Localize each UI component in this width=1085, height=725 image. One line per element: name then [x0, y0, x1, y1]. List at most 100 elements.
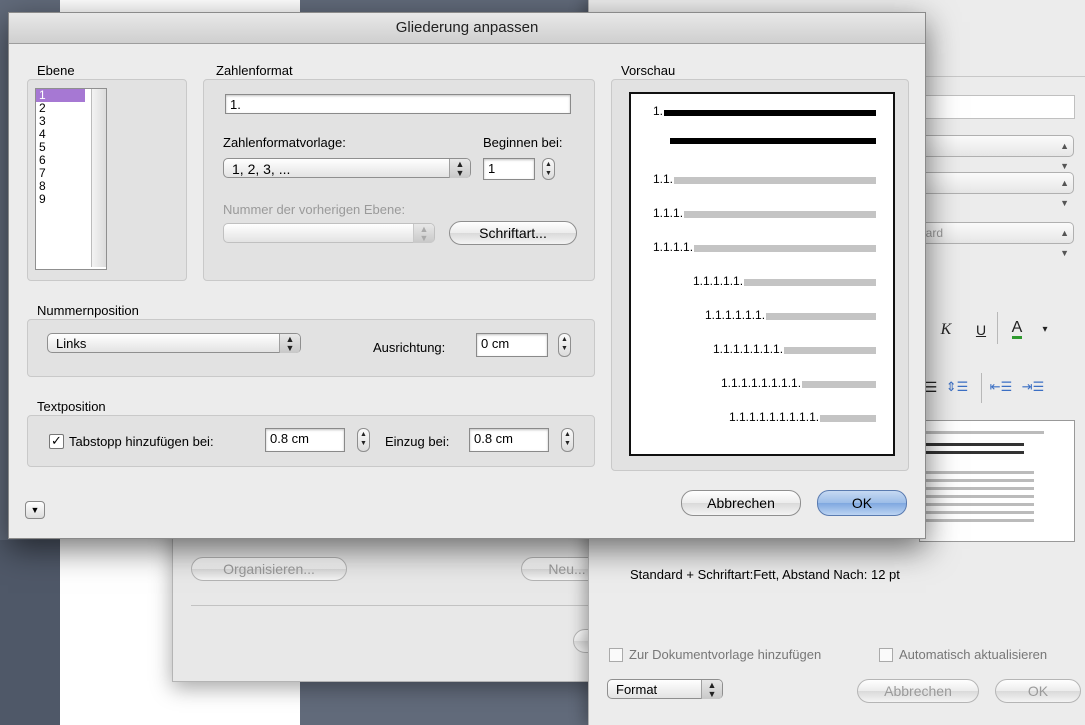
- preview-line: [670, 138, 876, 144]
- level-item[interactable]: 9: [36, 193, 85, 206]
- preview-number: 1.1.: [653, 172, 674, 186]
- font-color-button[interactable]: A: [1005, 316, 1029, 340]
- preview-row: 1.1.1.1.1.: [693, 274, 877, 288]
- preview-line: [820, 415, 877, 422]
- preview-line: [924, 519, 1034, 522]
- number-position-popup[interactable]: Links ▲ ▼: [47, 333, 301, 353]
- divider: [191, 605, 603, 606]
- font-color-label: A: [1011, 319, 1023, 339]
- tabstop-checkbox[interactable]: ✓: [49, 434, 64, 449]
- increase-indent-icon[interactable]: ⇥☰: [1021, 375, 1045, 399]
- start-at-label: Beginnen bei:: [483, 135, 563, 150]
- preview-number: 1.1.1.1.1.1.: [705, 308, 766, 322]
- preview-line: [766, 313, 877, 320]
- popup-arrows-icon: ▲ ▼: [413, 224, 434, 243]
- preview-number: 1.1.1.1.1.1.1.1.1.: [729, 410, 820, 424]
- next-style-popup[interactable]: dard ▲ ▼: [919, 222, 1074, 258]
- preview-line: [924, 443, 1024, 446]
- style-based-on-popup[interactable]: ▲ ▼: [919, 172, 1074, 208]
- cancel-button[interactable]: Abbrechen: [681, 490, 801, 516]
- format-popup[interactable]: Format ▲ ▼: [607, 679, 723, 699]
- alignment-stepper[interactable]: ▲ ▼: [558, 333, 571, 357]
- ok-button[interactable]: OK: [817, 490, 907, 516]
- popup-arrows-icon: ▲ ▼: [701, 680, 722, 699]
- background-cancel-button[interactable]: Abbrechen: [857, 679, 979, 703]
- font-color-menu-icon[interactable]: ▾: [1033, 318, 1057, 342]
- popup-arrows-icon: ▲ ▼: [279, 334, 300, 353]
- start-at-input[interactable]: 1: [483, 158, 535, 180]
- preview-row: 1.1.1.1.1.1.: [705, 308, 877, 322]
- preview-line: [684, 211, 877, 218]
- preview-number: 1.1.1.1.1.: [693, 274, 744, 288]
- preview-number: 1.1.1.1.1.1.1.1.: [721, 376, 802, 390]
- preview-row: 1.1.1.1.: [653, 240, 877, 254]
- preview-row: 1.1.: [653, 172, 877, 186]
- list-scrollbar[interactable]: [91, 89, 106, 267]
- indent-stepper[interactable]: ▲ ▼: [561, 428, 574, 452]
- indent-label: Einzug bei:: [385, 434, 450, 449]
- format-template-label: Zahlenformatvorlage:: [223, 135, 346, 150]
- toolbar-separator: [997, 312, 998, 344]
- style-preview: [919, 420, 1075, 542]
- number-format-input[interactable]: 1.: [225, 94, 571, 114]
- number-position-value: Links: [56, 336, 87, 351]
- font-button[interactable]: Schriftart...: [449, 221, 577, 245]
- decrease-indent-icon[interactable]: ⇤☰: [989, 375, 1013, 399]
- preview-line: [924, 511, 1034, 514]
- start-at-stepper[interactable]: ▲ ▼: [542, 158, 555, 180]
- format-template-popup[interactable]: 1, 2, 3, ... ▲ ▼: [223, 158, 471, 178]
- prev-level-popup[interactable]: ▲ ▼: [223, 223, 435, 243]
- toolbar-separator: [981, 373, 982, 403]
- indent-input[interactable]: 0.8 cm: [469, 428, 549, 452]
- organize-button[interactable]: Organisieren...: [191, 557, 347, 581]
- preview-row: [669, 138, 876, 146]
- alignment-label: Ausrichtung:: [373, 340, 446, 355]
- divider: [919, 76, 1085, 77]
- level-label: Ebene: [37, 63, 75, 78]
- preview-row: 1.1.1.: [653, 206, 877, 220]
- auto-update-label: Automatisch aktualisieren: [899, 647, 1048, 662]
- preview-line: [924, 487, 1034, 490]
- auto-update-row[interactable]: Automatisch aktualisieren: [879, 647, 1047, 662]
- number-format-label: Zahlenformat: [216, 63, 293, 78]
- outline-preview: 1. 1.1. 1.1.1. 1.1.1.1. 1.1.1.1.1. 1.1.1.1.1.…: [629, 92, 895, 456]
- add-to-template-label: Zur Dokumentvorlage hinzufügen: [629, 647, 822, 662]
- auto-update-checkbox[interactable]: [879, 647, 893, 662]
- format-popup-value: Format: [616, 682, 658, 697]
- preview-line: [924, 503, 1034, 506]
- alignment-input[interactable]: 0 cm: [476, 333, 548, 357]
- preview-row: 1.1.1.1.1.1.1.1.1.: [729, 410, 877, 424]
- preview-label: Vorschau: [621, 63, 676, 78]
- preview-line: [664, 110, 877, 116]
- expand-disclosure-button[interactable]: ▼: [25, 501, 45, 519]
- preview-line: [924, 471, 1034, 474]
- underline-button[interactable]: U: [969, 318, 993, 342]
- format-template-value: 1, 2, 3, ...: [232, 161, 291, 177]
- preview-row: 1.1.1.1.1.1.1.: [713, 342, 877, 356]
- background-ok-button[interactable]: OK: [995, 679, 1081, 703]
- preview-number: 1.1.1.: [653, 206, 684, 220]
- text-position-label: Textposition: [37, 399, 106, 414]
- style-type-popup[interactable]: ▲ ▼: [919, 135, 1074, 171]
- preview-line: [784, 347, 877, 354]
- tabstop-input[interactable]: 0.8 cm: [265, 428, 345, 452]
- preview-line: [924, 479, 1034, 482]
- level-list[interactable]: 123456789: [35, 88, 107, 270]
- preview-line: [674, 177, 877, 184]
- preview-row: 1.1.1.1.1.1.1.1.: [721, 376, 877, 390]
- dialog-title: Gliederung anpassen: [9, 13, 925, 44]
- line-spacing-icon[interactable]: ⇕☰: [945, 375, 969, 399]
- preview-line: [802, 381, 877, 388]
- add-to-template-checkbox[interactable]: [609, 647, 623, 662]
- italic-button[interactable]: K: [934, 318, 958, 342]
- add-to-template-row[interactable]: Zur Dokumentvorlage hinzufügen: [609, 647, 821, 662]
- sidebar-area: [0, 540, 60, 725]
- outline-dialog: Gliederung anpassen Ebene 123456789 Zahl…: [8, 12, 926, 539]
- preview-number: 1.1.1.1.1.1.1.: [713, 342, 784, 356]
- style-name-field[interactable]: [919, 95, 1075, 119]
- tabstop-stepper[interactable]: ▲ ▼: [357, 428, 370, 452]
- preview-line: [924, 495, 1034, 498]
- preview-line: [694, 245, 877, 252]
- prev-level-label: Nummer der vorherigen Ebene:: [223, 202, 406, 217]
- preview-number: 1.1.1.1.: [653, 240, 694, 254]
